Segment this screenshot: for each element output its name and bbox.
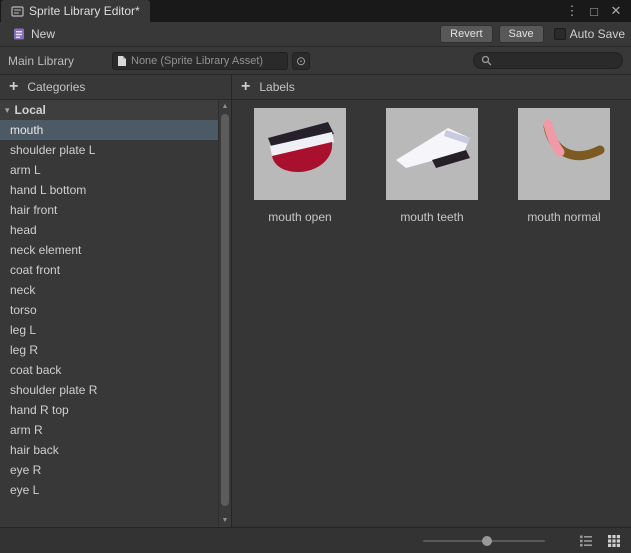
category-row-leg-r[interactable]: leg R bbox=[0, 340, 218, 360]
category-row-hand-l-bottom[interactable]: hand L bottom bbox=[0, 180, 218, 200]
sprite-thumbnail-mouth-open[interactable] bbox=[254, 108, 346, 200]
revert-button[interactable]: Revert bbox=[440, 25, 492, 43]
object-field-value: None (Sprite Library Asset) bbox=[131, 55, 263, 67]
grid-view-button[interactable] bbox=[605, 532, 623, 550]
category-row-hair-front[interactable]: hair front bbox=[0, 200, 218, 220]
category-row-neck[interactable]: neck bbox=[0, 280, 218, 300]
scroll-up-icon[interactable]: ▲ bbox=[219, 100, 231, 113]
category-row-hand-r-top[interactable]: hand R top bbox=[0, 400, 218, 420]
slider-knob[interactable] bbox=[482, 536, 492, 546]
category-row-mouth[interactable]: mouth bbox=[0, 120, 218, 140]
categories-header: + Categories bbox=[0, 75, 232, 99]
category-row-arm-r[interactable]: arm R bbox=[0, 420, 218, 440]
tab-title: Sprite Library Editor* bbox=[29, 4, 140, 18]
label-caption: mouth open bbox=[268, 210, 331, 224]
auto-save-checkbox[interactable] bbox=[554, 28, 566, 40]
category-row-eye-l[interactable]: eye L bbox=[0, 480, 218, 500]
document-icon bbox=[117, 55, 127, 67]
search-field[interactable] bbox=[473, 52, 623, 69]
categories-list-column: ▾ Local mouth shoulder plate L arm L han… bbox=[0, 100, 218, 527]
search-input[interactable] bbox=[496, 55, 615, 67]
category-row-hair-back[interactable]: hair back bbox=[0, 440, 218, 460]
labels-panel: mouth open mouth teeth bbox=[232, 100, 631, 527]
category-row-neck-element[interactable]: neck element bbox=[0, 240, 218, 260]
window-tab-bar: Sprite Library Editor* ⋮ □ ✕ bbox=[0, 0, 631, 22]
category-row-coat-front[interactable]: coat front bbox=[0, 260, 218, 280]
categories-header-label: Categories bbox=[27, 80, 85, 94]
labels-header: + Labels bbox=[232, 75, 631, 99]
list-view-button[interactable] bbox=[577, 532, 595, 550]
local-foldout-label: Local bbox=[15, 103, 46, 117]
scroll-down-icon[interactable]: ▼ bbox=[219, 514, 231, 527]
thumbnail-size-slider[interactable] bbox=[423, 540, 545, 542]
sprite-thumbnail-mouth-teeth[interactable] bbox=[386, 108, 478, 200]
scrollbar-track[interactable] bbox=[219, 113, 231, 514]
add-label-button[interactable]: + bbox=[241, 79, 250, 95]
bottom-bar bbox=[0, 527, 631, 553]
category-row-head[interactable]: head bbox=[0, 220, 218, 240]
new-button-label: New bbox=[31, 27, 55, 41]
window-controls: ⋮ □ ✕ bbox=[563, 0, 631, 22]
category-row-eye-r[interactable]: eye R bbox=[0, 460, 218, 480]
categories-list: mouth shoulder plate L arm L hand L bott… bbox=[0, 120, 218, 500]
new-button[interactable]: New bbox=[6, 26, 61, 42]
toolbar: New Revert Save Auto Save bbox=[0, 22, 631, 47]
local-foldout[interactable]: ▾ Local bbox=[0, 100, 218, 120]
object-picker-icon[interactable]: ⊙ bbox=[292, 52, 310, 70]
category-row-arm-l[interactable]: arm L bbox=[0, 160, 218, 180]
add-category-button[interactable]: + bbox=[9, 79, 18, 95]
category-row-shoulder-plate-r[interactable]: shoulder plate R bbox=[0, 380, 218, 400]
window-menu-icon[interactable]: ⋮ bbox=[563, 3, 581, 19]
categories-scrollbar[interactable]: ▲ ▼ bbox=[218, 100, 231, 527]
new-asset-icon bbox=[12, 27, 26, 41]
categories-panel: ▾ Local mouth shoulder plate L arm L han… bbox=[0, 100, 232, 527]
tab-sprite-library-editor[interactable]: Sprite Library Editor* bbox=[1, 0, 150, 22]
main-library-object-field[interactable]: None (Sprite Library Asset) bbox=[112, 52, 288, 70]
labels-header-label: Labels bbox=[259, 80, 294, 94]
category-row-leg-l[interactable]: leg L bbox=[0, 320, 218, 340]
panel-headers: + Categories + Labels bbox=[0, 75, 631, 100]
search-icon bbox=[481, 55, 492, 66]
label-card-mouth-teeth[interactable]: mouth teeth bbox=[386, 108, 478, 224]
label-caption: mouth teeth bbox=[400, 210, 463, 224]
sprite-library-editor-window: Sprite Library Editor* ⋮ □ ✕ New Revert … bbox=[0, 0, 631, 553]
label-card-mouth-normal[interactable]: mouth normal bbox=[518, 108, 610, 224]
main-library-label: Main Library bbox=[8, 54, 104, 68]
sprite-library-icon bbox=[11, 5, 24, 18]
sprite-thumbnail-mouth-normal[interactable] bbox=[518, 108, 610, 200]
chevron-down-icon[interactable]: ▾ bbox=[5, 105, 10, 116]
maximize-icon[interactable]: □ bbox=[585, 4, 603, 19]
scrollbar-thumb[interactable] bbox=[221, 114, 229, 506]
label-card-mouth-open[interactable]: mouth open bbox=[254, 108, 346, 224]
content-area: ▾ Local mouth shoulder plate L arm L han… bbox=[0, 100, 631, 527]
category-row-shoulder-plate-l[interactable]: shoulder plate L bbox=[0, 140, 218, 160]
label-caption: mouth normal bbox=[527, 210, 600, 224]
save-button[interactable]: Save bbox=[499, 25, 544, 43]
auto-save-label: Auto Save bbox=[570, 27, 625, 41]
close-icon[interactable]: ✕ bbox=[607, 3, 625, 19]
auto-save-toggle[interactable]: Auto Save bbox=[554, 27, 625, 41]
category-row-coat-back[interactable]: coat back bbox=[0, 360, 218, 380]
main-library-row: Main Library None (Sprite Library Asset)… bbox=[0, 47, 631, 75]
category-row-torso[interactable]: torso bbox=[0, 300, 218, 320]
